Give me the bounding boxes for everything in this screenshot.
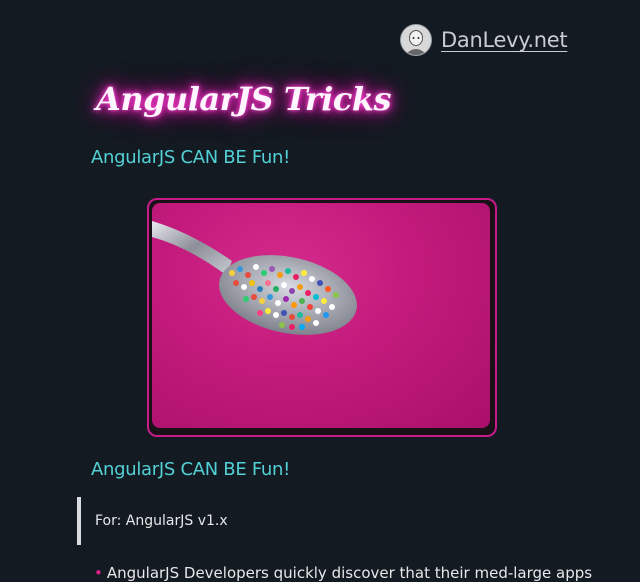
version-callout: For: AngularJS v1.x: [77, 497, 228, 545]
spoon-of-sprinkles-illustration: [152, 221, 357, 335]
callout-text: For: AngularJS v1.x: [95, 513, 228, 529]
section-heading: AngularJS CAN BE Fun!: [91, 459, 291, 480]
list-item-text: AngularJS Developers quickly discover th…: [106, 564, 593, 582]
hero-image: [152, 203, 490, 428]
site-header: DanLevy.net: [400, 24, 568, 56]
author-avatar[interactable]: [400, 24, 432, 56]
avatar-portrait-icon: [401, 25, 431, 55]
list-item: • AngularJS Developers quickly discover t…: [94, 564, 592, 582]
bullet-icon: •: [94, 564, 103, 582]
page-subtitle: AngularJS CAN BE Fun!: [91, 147, 291, 168]
page-title: AngularJS Tricks: [96, 80, 392, 118]
hero-image-frame: [147, 198, 497, 437]
site-home-link[interactable]: DanLevy.net: [441, 28, 568, 52]
